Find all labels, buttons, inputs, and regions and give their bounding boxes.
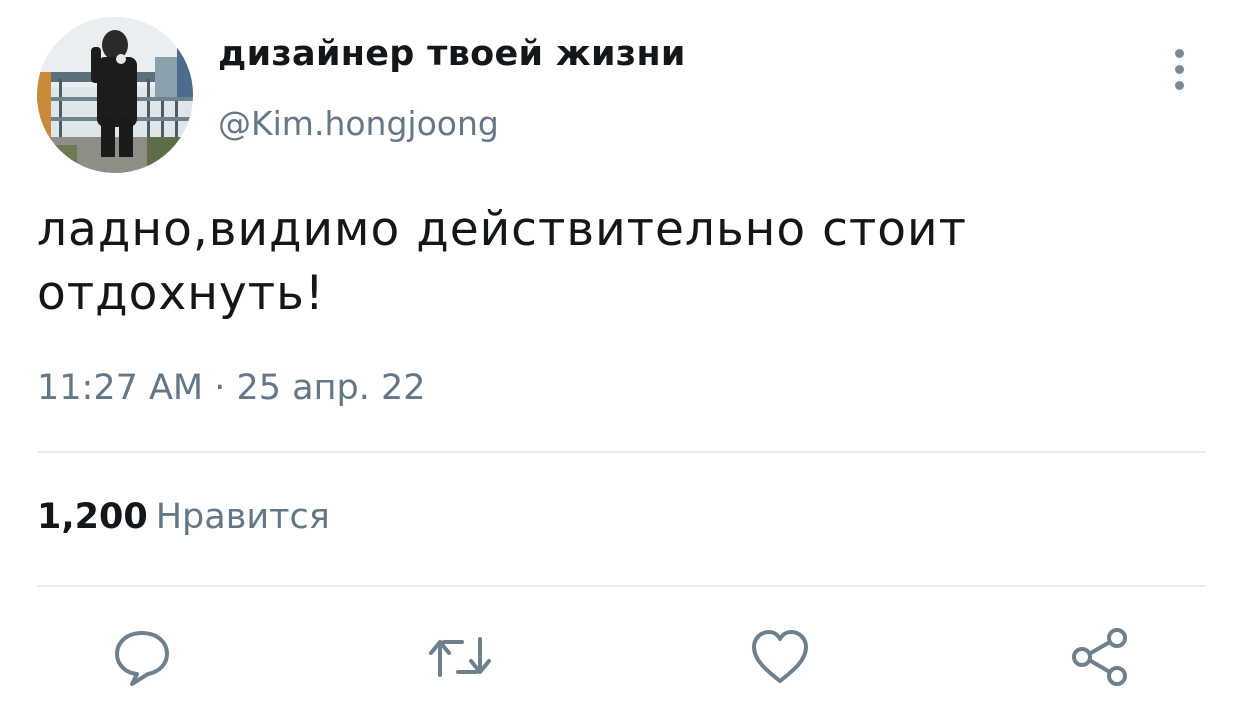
retweet-button[interactable] bbox=[428, 625, 492, 689]
tweet-text: ладно,видимо действительно стоит отдохну… bbox=[37, 202, 967, 321]
divider bbox=[37, 451, 1206, 453]
heart-icon bbox=[752, 630, 808, 683]
display-name[interactable]: дизайнер твоей жизни bbox=[218, 34, 686, 74]
reply-button[interactable] bbox=[110, 625, 174, 689]
likes-count: 1,200 bbox=[37, 497, 148, 537]
user-handle[interactable]: @Kim.hongjoong bbox=[218, 104, 499, 143]
speech-bubble-icon bbox=[115, 631, 169, 686]
share-button[interactable] bbox=[1068, 625, 1132, 689]
share-nodes-icon bbox=[1072, 628, 1127, 686]
like-button[interactable] bbox=[748, 625, 812, 689]
avatar[interactable] bbox=[37, 17, 193, 173]
divider bbox=[37, 585, 1206, 587]
retweet-arrows-icon bbox=[429, 637, 491, 677]
more-options-button[interactable] bbox=[1160, 44, 1200, 94]
tweet-timestamp[interactable]: 11:27 AM · 25 апр. 22 bbox=[37, 368, 426, 408]
profile-photo bbox=[37, 17, 193, 173]
likes-label: Нравится bbox=[155, 497, 330, 537]
likes-summary[interactable]: 1,200 Нравится bbox=[37, 497, 330, 537]
